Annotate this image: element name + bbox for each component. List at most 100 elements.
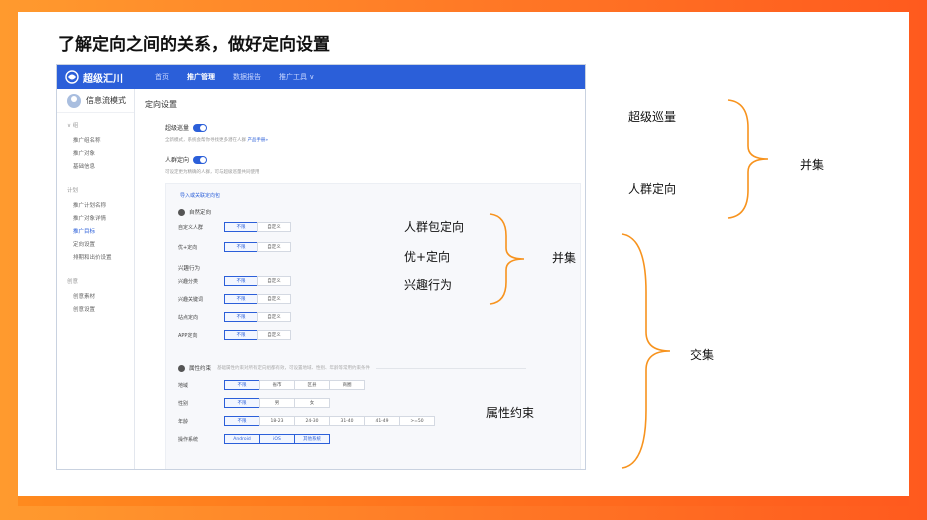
youjia-row: 优+定向 不限 自定义	[178, 242, 291, 252]
sidebar-item-creative-settings[interactable]: 创意设置	[73, 304, 134, 317]
import-targeting-package-link[interactable]: 导入或关联定向包	[180, 192, 220, 199]
region-label: 地域	[178, 382, 189, 389]
app-targeting-label: APP定向	[178, 332, 198, 339]
natural-targeting-label: 自然定向	[189, 210, 212, 216]
interest-category-row: 兴趣分类 不限 自定义	[178, 276, 291, 286]
sidebar-item-promo-object[interactable]: 推广对象	[73, 148, 134, 161]
check-icon	[178, 208, 185, 216]
interest-category-label: 兴趣分类	[178, 278, 199, 285]
super-patrol-hint-text: 全新模式，系统会帮你寻找更多潜在人群	[165, 138, 246, 143]
interest-category-custom-option[interactable]: 自定义	[257, 276, 291, 286]
app-targeting-row: APP定向 不限 自定义	[178, 330, 291, 340]
age-31-40-option[interactable]: 31-40	[329, 416, 365, 426]
avatar	[67, 93, 81, 108]
youjia-custom-option[interactable]: 自定义	[257, 242, 291, 252]
custom-crowd-any-option[interactable]: 不限	[224, 222, 258, 232]
crowd-targeting-toggle[interactable]	[193, 155, 208, 164]
region-business-option[interactable]: 商圈	[329, 380, 365, 390]
product-manual-link[interactable]: 产品手册»	[247, 138, 268, 143]
sidebar-group-creative: 创意 创意素材 创意设置	[57, 277, 134, 317]
super-patrol-row: 超级巡量	[165, 123, 208, 132]
super-patrol-toggle[interactable]	[193, 123, 208, 132]
brace-top-icon	[727, 99, 769, 219]
gender-female-option[interactable]: 女	[294, 398, 330, 408]
os-other-option[interactable]: 其他系统	[294, 434, 330, 444]
attr-constraint-head: 属性约束 基础属性约束对所有定向组都有效，可设置地域、性别、年龄等常用约束条件	[178, 364, 527, 372]
natural-targeting-head: 自然定向	[178, 208, 211, 216]
interest-keyword-label: 兴趣关键词	[178, 296, 204, 303]
app-targeting-custom-option[interactable]: 自定义	[257, 330, 291, 340]
sidebar-item-creative-material[interactable]: 创意素材	[73, 291, 134, 304]
nav-home[interactable]: 首页	[155, 72, 169, 82]
sidebar-group-plan: 计划 推广计划名称 推广对象详情 推广目标 定向设置 排期和出价设置	[57, 186, 134, 265]
check-icon	[178, 364, 185, 372]
site-targeting-row: 站点定向 不限 自定义	[178, 312, 291, 322]
super-patrol-hint: 全新模式，系统会帮你寻找更多潜在人群 产品手册»	[165, 137, 268, 143]
site-targeting-any-option[interactable]: 不限	[224, 312, 258, 322]
anno-super-patrol: 超级巡量	[628, 110, 677, 124]
anno-crowd-targeting: 人群定向	[628, 182, 677, 196]
crowd-targeting-row: 人群定向	[165, 155, 208, 164]
age-41-49-option[interactable]: 41-49	[364, 416, 400, 426]
mode-switch[interactable]: 信息流模式	[57, 89, 134, 113]
age-18-23-option[interactable]: 18-23	[259, 416, 295, 426]
age-any-option[interactable]: 不限	[224, 416, 260, 426]
app-topbar: 超级汇川 首页 推广管理 数据报告 推广工具 ∨	[57, 65, 585, 89]
sidebar-item-plan-name[interactable]: 推广计划名称	[73, 200, 134, 213]
app-targeting-any-option[interactable]: 不限	[224, 330, 258, 340]
crowd-targeting-label: 人群定向	[165, 157, 190, 164]
age-row: 年龄 不限 18-23 24-30 31-40 41-49 >=50	[178, 416, 435, 426]
sidebar-item-promo-goal[interactable]: 推广目标	[73, 226, 134, 239]
brace-mid-icon	[489, 213, 525, 305]
sidebar-item-basic-info[interactable]: 基础信息	[73, 161, 134, 174]
nav-promotion-tools[interactable]: 推广工具 ∨	[279, 72, 314, 82]
interest-category-any-option[interactable]: 不限	[224, 276, 258, 286]
sidebar-item-adgroup-name[interactable]: 推广组名称	[73, 135, 134, 148]
site-targeting-label: 站点定向	[178, 314, 199, 321]
sidebar-item-targeting[interactable]: 定向设置	[73, 239, 134, 252]
youjia-any-option[interactable]: 不限	[224, 242, 258, 252]
os-label: 操作系统	[178, 436, 199, 443]
gender-label: 性别	[178, 400, 189, 407]
slide-title: 了解定向之间的关系，做好定向设置	[58, 35, 330, 55]
custom-crowd-label: 自定义人群	[178, 224, 204, 231]
custom-crowd-custom-option[interactable]: 自定义	[257, 222, 291, 232]
anno-youjia: 优+定向	[404, 250, 451, 264]
anno-attr-constraint: 属性约束	[486, 406, 535, 420]
os-ios-option[interactable]: iOS	[259, 434, 295, 444]
os-android-option[interactable]: Android	[224, 434, 260, 444]
mode-label: 信息流模式	[86, 96, 126, 105]
interest-keyword-row: 兴趣关键词 不限 自定义	[178, 294, 291, 304]
sidebar: 信息流模式 ∨ 组 推广组名称 推广对象 基础信息 计划 推广计划名称 推广对象…	[57, 89, 135, 469]
brace-right-icon	[621, 233, 671, 469]
nav-data-report[interactable]: 数据报告	[233, 72, 261, 82]
sidebar-group-head[interactable]: ∨ 组	[67, 121, 134, 129]
crowd-targeting-hint: 可设定更为精确的人群，可与超级巡量共同使用	[165, 170, 260, 175]
region-district-option[interactable]: 区县	[294, 380, 330, 390]
age-24-30-option[interactable]: 24-30	[294, 416, 330, 426]
region-any-option[interactable]: 不限	[224, 380, 260, 390]
age-label: 年龄	[178, 418, 189, 425]
anno-intersection: 交集	[690, 348, 715, 362]
os-row: 操作系统 Android iOS 其他系统	[178, 434, 330, 444]
gender-male-option[interactable]: 男	[259, 398, 295, 408]
youjia-label: 优+定向	[178, 244, 198, 251]
sidebar-item-schedule-bid[interactable]: 排期和出价设置	[73, 252, 134, 265]
divider	[376, 367, 527, 369]
anno-interest: 兴趣行为	[404, 278, 453, 292]
gender-any-option[interactable]: 不限	[224, 398, 260, 408]
anno-union-mid: 并集	[552, 251, 577, 265]
region-province-option[interactable]: 省市	[259, 380, 295, 390]
logo-icon	[65, 70, 79, 84]
custom-crowd-row: 自定义人群 不限 自定义	[178, 222, 291, 232]
site-targeting-custom-option[interactable]: 自定义	[257, 312, 291, 322]
interest-keyword-custom-option[interactable]: 自定义	[257, 294, 291, 304]
app-logo[interactable]: 超级汇川	[65, 70, 145, 85]
nav-promotion-management[interactable]: 推广管理	[187, 72, 215, 82]
bottom-accent-bar	[18, 496, 909, 506]
sidebar-item-promo-object-detail[interactable]: 推广对象详情	[73, 213, 134, 226]
gender-row: 性别 不限 男 女	[178, 398, 330, 408]
top-nav: 首页 推广管理 数据报告 推广工具 ∨	[155, 72, 332, 82]
interest-keyword-any-option[interactable]: 不限	[224, 294, 258, 304]
age-50plus-option[interactable]: >=50	[399, 416, 435, 426]
